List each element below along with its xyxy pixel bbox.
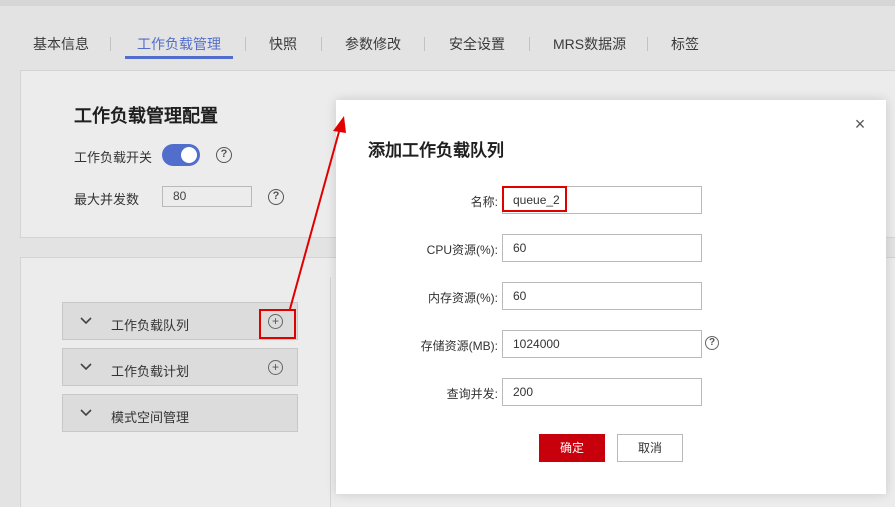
memory-input[interactable]: 60 [502, 282, 702, 310]
help-icon[interactable]: ? [705, 336, 719, 350]
close-icon[interactable]: × [852, 115, 868, 133]
max-concurrency-label: 最大并发数 [74, 192, 140, 207]
tab-separator [529, 37, 530, 51]
dialog-title: 添加工作负载队列 [368, 141, 504, 160]
confirm-button[interactable]: 确定 [539, 434, 605, 462]
name-label: 名称: [470, 195, 498, 209]
accordion-workload-plan[interactable]: 工作负载计划 + [62, 348, 298, 386]
accordion-label: 工作负载队列 [111, 318, 190, 333]
chevron-down-icon [80, 363, 92, 371]
accordion-label: 模式空间管理 [111, 410, 190, 425]
accordion-schema-space[interactable]: 模式空间管理 [62, 394, 298, 432]
max-concurrency-input[interactable]: 80 [162, 186, 252, 207]
help-icon[interactable]: ? [268, 189, 284, 205]
tab-separator [647, 37, 648, 51]
add-circle-icon[interactable]: + [268, 360, 283, 375]
concurrency-input[interactable]: 200 [502, 378, 702, 406]
memory-label: 内存资源(%): [428, 291, 498, 305]
tab-workload-management[interactable]: 工作负载管理 [137, 34, 221, 54]
tab-separator [245, 37, 246, 51]
concurrency-label: 查询并发: [446, 387, 498, 401]
tab-separator [424, 37, 425, 51]
storage-label: 存储资源(MB): [420, 339, 498, 353]
help-icon[interactable]: ? [216, 147, 232, 163]
workload-switch-label: 工作负载开关 [74, 150, 153, 165]
tab-bar: 基本信息 工作负载管理 快照 参数修改 安全设置 MRS数据源 标签 [0, 20, 895, 60]
active-tab-indicator [125, 56, 233, 59]
tab-parameter-modification[interactable]: 参数修改 [345, 34, 401, 54]
top-strip [0, 0, 895, 6]
tab-mrs-data-source[interactable]: MRS数据源 [553, 34, 626, 54]
chevron-down-icon [80, 317, 92, 325]
tab-separator [321, 37, 322, 51]
highlight-box [502, 186, 567, 212]
highlight-box [259, 309, 296, 339]
tab-tags[interactable]: 标签 [671, 34, 699, 54]
cancel-button[interactable]: 取消 [617, 434, 683, 462]
tab-security-settings[interactable]: 安全设置 [449, 34, 505, 54]
tab-basic-info[interactable]: 基本信息 [33, 34, 89, 54]
cpu-input[interactable]: 60 [502, 234, 702, 262]
cpu-label: CPU资源(%): [426, 243, 498, 257]
config-title: 工作负载管理配置 [74, 106, 218, 126]
tab-snapshot[interactable]: 快照 [269, 34, 297, 54]
storage-input[interactable]: 1024000 [502, 330, 702, 358]
panel-divider [330, 277, 331, 507]
workload-switch[interactable] [162, 144, 200, 166]
add-queue-dialog: 添加工作负载队列 × 名称: queue_2 CPU资源(%): 60 内存资源… [336, 100, 886, 494]
tab-separator [110, 37, 111, 51]
accordion-label: 工作负载计划 [111, 364, 190, 379]
chevron-down-icon [80, 409, 92, 417]
switch-knob [181, 147, 197, 163]
